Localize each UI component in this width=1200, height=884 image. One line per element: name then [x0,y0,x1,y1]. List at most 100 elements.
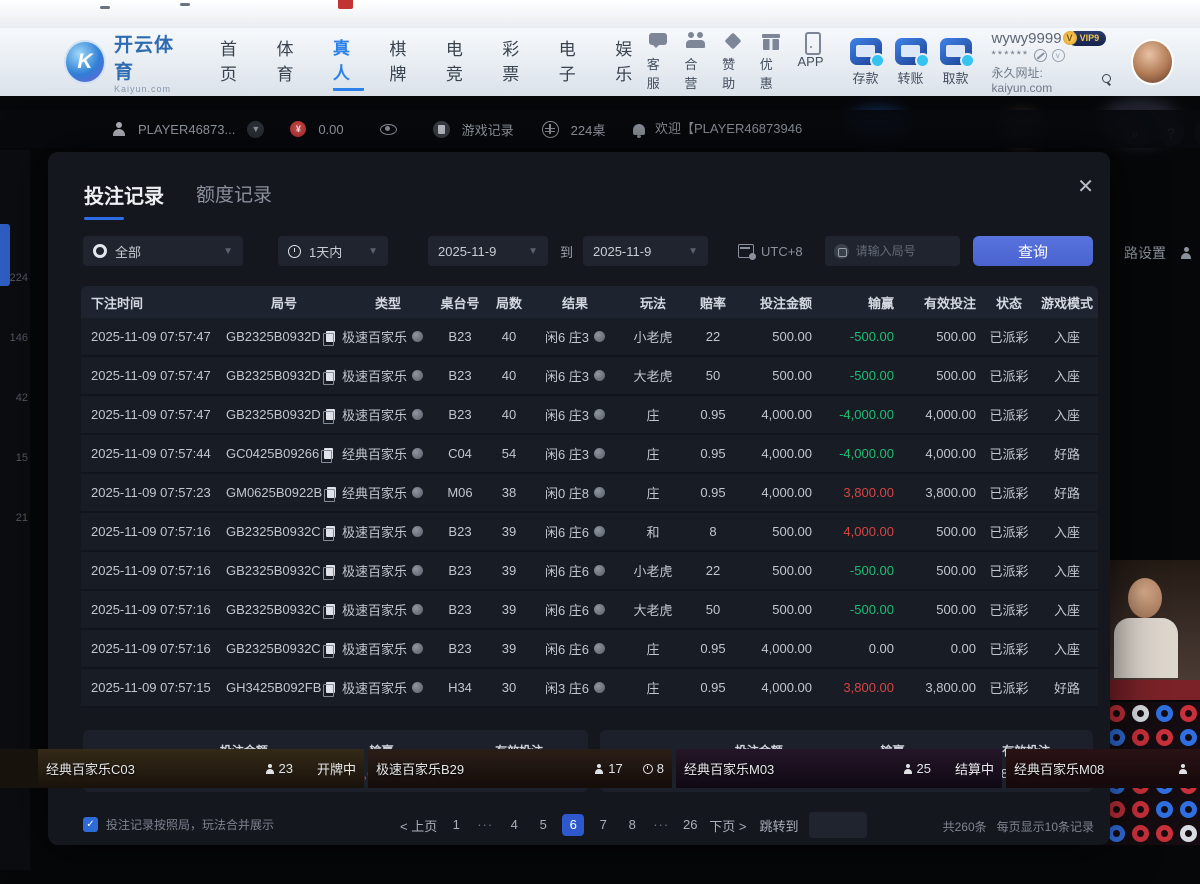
wallet-action-2[interactable]: 转账 [895,38,927,87]
cell-odds: 22 [706,329,720,344]
cell-winloss: -500.00 [850,602,900,617]
round-search-input[interactable] [856,244,948,258]
wallet-action-1[interactable]: 存款 [850,38,882,87]
cell-play: 小老虎 [633,327,672,346]
column-header: 桌台号 [440,293,479,312]
quick-action-1[interactable]: 客服 [647,32,670,92]
nav-menu-item[interactable]: 电子 [559,35,590,89]
table-card[interactable]: 极速百家乐B29178 [368,749,672,788]
cell-shoe: 40 [502,407,516,422]
cell-odds: 0.95 [700,485,725,500]
round-search-box[interactable] [825,236,960,266]
tab-quota-records[interactable]: 额度记录 [196,180,272,207]
copy-icon[interactable] [326,565,335,576]
page-number[interactable]: 26 [680,814,700,836]
nav-menu-item[interactable]: 彩票 [502,35,533,89]
cell-result: 闲6 庄3 [545,405,605,424]
page-number[interactable]: 7 [593,814,613,836]
nav-menu-item[interactable]: 棋牌 [389,35,420,89]
copy-icon[interactable] [326,682,335,693]
cell-valid: 3,800.00 [925,680,982,695]
info-icon [412,604,423,615]
cell-table: B23 [448,407,471,422]
dealer-video-feed[interactable] [1100,560,1200,700]
copy-icon[interactable] [326,331,335,342]
top-strip-red-badge [338,0,353,9]
site-logo[interactable]: K 开云体育 Kaiyun.com [64,30,190,94]
bell-icon[interactable] [633,124,645,135]
page-number[interactable]: 1 [446,814,466,836]
prev-page-button[interactable]: < 上页 [400,816,437,835]
wallet-action-3[interactable]: 取款 [940,38,972,87]
close-icon[interactable]: ✕ [1077,174,1094,199]
tab-bet-records[interactable]: 投注记录 [84,180,164,220]
cell-time: 2025-11-09 07:57:47 [81,329,211,344]
cell-round: GB2325B0932D [226,368,335,383]
quick-action-4[interactable]: 优惠 [760,32,783,92]
time-range-dropdown[interactable]: 1天内 ▼ [278,236,388,266]
cell-status: 已派彩 [989,678,1028,697]
table-card[interactable]: 经典百家乐M0325结算中 [676,749,1002,788]
players-icon [903,764,913,774]
nav-menu-item[interactable]: 真人 [333,34,364,91]
cell-table: C04 [448,446,472,461]
cell-valid: 4,000.00 [925,446,982,461]
cell-round: GC0425B09266 [226,446,333,461]
cell-odds: 50 [706,368,720,383]
column-header: 下注时间 [81,293,143,312]
quick-action-3[interactable]: 赞助 [722,32,745,92]
magnifier-icon[interactable] [1102,74,1111,84]
cell-table: B23 [448,602,471,617]
cell-type: 极速百家乐 [342,405,423,424]
table-card-name: 经典百家乐M08 [1014,759,1104,778]
cell-table: B23 [448,368,471,383]
cell-type: 极速百家乐 [342,366,423,385]
merge-checkbox[interactable]: ✓ [83,817,98,832]
cell-round: GB2325B0932D [226,407,335,422]
user-avatar[interactable] [1131,39,1174,85]
category-dropdown[interactable]: 全部 ▼ [83,236,243,266]
copy-icon[interactable] [327,487,336,498]
page-number[interactable]: 8 [622,814,642,836]
copy-icon[interactable] [326,370,335,381]
cell-time: 2025-11-09 07:57:44 [81,446,211,461]
column-header: 输赢 [868,293,900,312]
dealer-face [1128,578,1162,618]
balance-eye-icon[interactable] [380,124,397,135]
copy-icon[interactable] [326,526,335,537]
page-number[interactable]: 6 [562,814,584,836]
nav-menu-item[interactable]: 娱乐 [615,35,646,89]
cell-time: 2025-11-09 07:57:47 [81,407,211,422]
quick-action-2[interactable]: 合营 [684,32,707,92]
road-settings-label[interactable]: 路设置 [1124,243,1166,263]
bead-red [1108,801,1125,818]
table-card[interactable]: 经典百家乐M08 [1006,749,1200,788]
nav-menu-item[interactable]: 首页 [220,35,251,89]
pagination: < 上页 1···45678···26 下页 > 跳转到 [400,812,867,838]
page-number[interactable]: 4 [504,814,524,836]
copy-icon[interactable] [326,643,335,654]
table-card[interactable]: 经典百家乐C0323开牌中 [38,749,364,788]
cell-mode: 入座 [1054,639,1080,658]
timer-icon [643,764,653,774]
info-icon [594,565,605,576]
page-number[interactable]: 5 [533,814,553,836]
nav-menu-item[interactable]: 体育 [276,35,307,89]
copy-icon[interactable] [324,448,333,459]
next-page-button[interactable]: 下页 > [709,816,746,835]
nav-menu-item[interactable]: 电竞 [446,35,477,89]
copy-icon[interactable] [326,409,335,420]
date-from-picker[interactable]: 2025-11-9 ▼ [428,236,548,266]
player-icon [112,122,126,136]
query-button[interactable]: 查询 [973,236,1093,266]
quick-action-5[interactable]: APP [798,32,824,92]
copy-icon[interactable] [326,604,335,615]
game-record-label[interactable]: 游戏记录 [462,120,514,139]
jump-page-input[interactable] [809,812,867,838]
info-icon [412,409,423,420]
chevron-down-icon[interactable]: ▼ [247,121,264,138]
bet-records-modal: 投注记录 额度记录 ✕ 全部 ▼ 1天内 ▼ 2025-11-9 ▼ 到 202… [48,152,1110,845]
table-count[interactable]: 224桌 [571,120,606,139]
eye-off-icon[interactable] [1034,49,1047,62]
date-to-picker[interactable]: 2025-11-9 ▼ [583,236,708,266]
